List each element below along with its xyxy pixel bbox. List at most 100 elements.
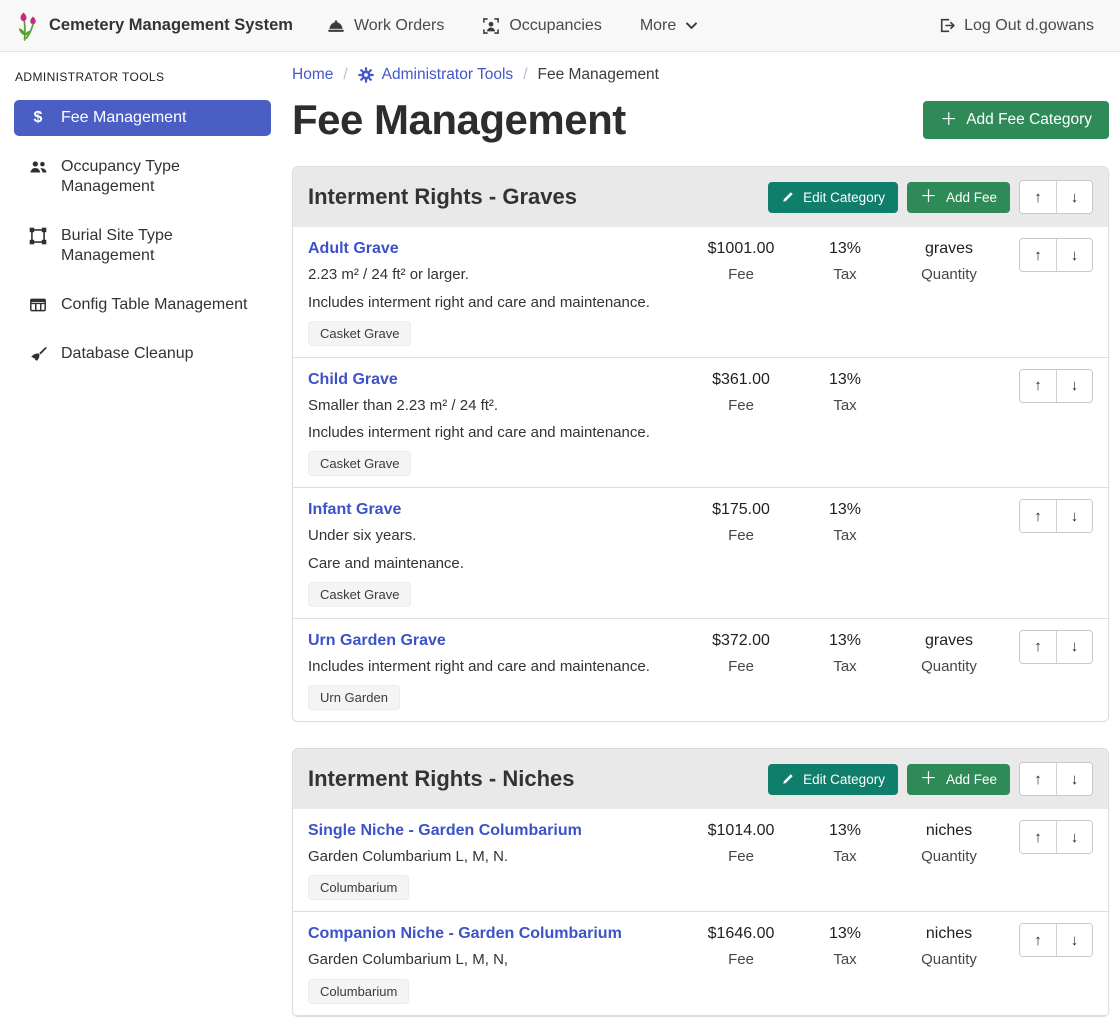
fee-description: Garden Columbarium L, M, N, xyxy=(308,950,679,970)
move-fee-up-button[interactable]: ↑ xyxy=(1020,924,1056,956)
fee-quantity-column xyxy=(893,369,1005,379)
fee-quantity-value: graves xyxy=(893,632,1005,650)
fee-quantity-value: niches xyxy=(893,925,1005,943)
fee-name-link[interactable]: Single Niche - Garden Columbarium xyxy=(308,822,679,840)
fee-row-companion-niche-garden-columbarium: Companion Niche - Garden Columbarium Gar… xyxy=(293,912,1108,1015)
breadcrumb-separator: / xyxy=(343,66,347,84)
fee-amount-column: $361.00 Fee xyxy=(685,369,797,414)
fee-description: Includes interment right and care and ma… xyxy=(308,657,679,677)
bounding-box-icon xyxy=(28,227,48,245)
fee-amount-label: Fee xyxy=(685,397,797,414)
add-fee-button[interactable]: ＋ Add Fee xyxy=(907,764,1010,795)
top-navbar: Cemetery Management System Work Orders O… xyxy=(0,0,1120,52)
fee-reorder-group: ↑ ↓ xyxy=(1019,923,1093,957)
edit-category-button[interactable]: Edit Category xyxy=(768,182,898,213)
sidebar-item-fee-management[interactable]: $ Fee Management xyxy=(14,100,271,136)
move-fee-down-button[interactable]: ↓ xyxy=(1056,821,1092,853)
add-fee-category-button[interactable]: ＋ Add Fee Category xyxy=(923,101,1109,139)
fee-category-header: Interment Rights - Niches Edit Category … xyxy=(293,749,1108,809)
fee-row-child-grave: Child Grave Smaller than 2.23 m² / 24 ft… xyxy=(293,358,1108,489)
logout-icon xyxy=(938,17,955,34)
fee-category-card-interment-rights-niches: Interment Rights - Niches Edit Category … xyxy=(292,748,1109,1017)
breadcrumb-home[interactable]: Home xyxy=(292,66,333,84)
fee-tax-column: 13% Tax xyxy=(797,923,893,968)
fee-amount-label: Fee xyxy=(685,951,797,968)
sidebar-item-burial-site-type-management[interactable]: Burial Site Type Management xyxy=(14,218,271,274)
sidebar-item-occupancy-type-management[interactable]: Occupancy Type Management xyxy=(14,149,271,205)
nav-link-more[interactable]: More xyxy=(640,17,698,35)
fee-category-title: Interment Rights - Graves xyxy=(308,184,577,210)
fee-tax-label: Tax xyxy=(797,266,893,283)
plus-icon: ＋ xyxy=(920,190,937,204)
fee-row-urn-garden-grave: Urn Garden Grave Includes interment righ… xyxy=(293,619,1108,721)
fee-description: Includes interment right and care and ma… xyxy=(308,293,679,313)
move-fee-up-button[interactable]: ↑ xyxy=(1020,500,1056,532)
move-fee-down-button[interactable]: ↓ xyxy=(1056,370,1092,402)
add-fee-label: Add Fee xyxy=(946,772,997,787)
fee-amount-value: $372.00 xyxy=(685,632,797,650)
app-title: Cemetery Management System xyxy=(49,16,293,35)
fee-type-tag: Casket Grave xyxy=(308,582,411,607)
sidebar-item-config-table-management[interactable]: Config Table Management xyxy=(14,287,271,323)
edit-category-label: Edit Category xyxy=(803,190,885,205)
fee-name-link[interactable]: Adult Grave xyxy=(308,240,679,258)
nav-link-work-orders[interactable]: Work Orders xyxy=(327,17,444,35)
fee-amount-column: $1014.00 Fee xyxy=(685,820,797,865)
category-reorder-group: ↑ ↓ xyxy=(1019,762,1093,796)
fee-name-link[interactable]: Companion Niche - Garden Columbarium xyxy=(308,925,679,943)
sidebar-item-label: Fee Management xyxy=(61,108,186,128)
fee-description: Smaller than 2.23 m² / 24 ft². xyxy=(308,396,679,416)
sidebar-item-label: Database Cleanup xyxy=(61,344,194,364)
move-fee-down-button[interactable]: ↓ xyxy=(1056,500,1092,532)
fee-tax-value: 13% xyxy=(797,501,893,519)
hardhat-icon xyxy=(327,17,345,35)
logout-link[interactable]: Log Out d.gowans xyxy=(938,17,1094,35)
fee-amount-label: Fee xyxy=(685,527,797,544)
fee-tax-label: Tax xyxy=(797,658,893,675)
move-category-up-button[interactable]: ↑ xyxy=(1020,763,1056,795)
fee-category-card-interment-rights-graves: Interment Rights - Graves Edit Category … xyxy=(292,166,1109,722)
nav-link-occupancies[interactable]: Occupancies xyxy=(482,17,602,35)
sidebar-menu: $ Fee Management Occupancy Type Manageme… xyxy=(14,100,269,372)
fee-name-link[interactable]: Urn Garden Grave xyxy=(308,632,679,650)
fee-quantity-label: Quantity xyxy=(893,951,1005,968)
move-fee-up-button[interactable]: ↑ xyxy=(1020,370,1056,402)
sidebar-heading: ADMINISTRATOR TOOLS xyxy=(15,70,269,84)
move-category-down-button[interactable]: ↓ xyxy=(1056,181,1092,213)
fee-name-link[interactable]: Child Grave xyxy=(308,371,679,389)
edit-category-label: Edit Category xyxy=(803,772,885,787)
sidebar-item-database-cleanup[interactable]: Database Cleanup xyxy=(14,336,271,372)
fee-tax-column: 13% Tax xyxy=(797,820,893,865)
fee-row-single-niche-garden-columbarium: Single Niche - Garden Columbarium Garden… xyxy=(293,809,1108,912)
gear-icon xyxy=(358,67,374,83)
app-brand[interactable]: Cemetery Management System xyxy=(14,11,293,41)
move-fee-up-button[interactable]: ↑ xyxy=(1020,631,1056,663)
fee-description: Care and maintenance. xyxy=(308,554,679,574)
move-fee-down-button[interactable]: ↓ xyxy=(1056,631,1092,663)
move-fee-up-button[interactable]: ↑ xyxy=(1020,239,1056,271)
fee-quantity-column: graves Quantity xyxy=(893,630,1005,675)
move-fee-down-button[interactable]: ↓ xyxy=(1056,239,1092,271)
move-fee-up-button[interactable]: ↑ xyxy=(1020,821,1056,853)
add-fee-category-label: Add Fee Category xyxy=(966,111,1092,129)
edit-category-button[interactable]: Edit Category xyxy=(768,764,898,795)
fee-tax-value: 13% xyxy=(797,632,893,650)
fee-name-link[interactable]: Infant Grave xyxy=(308,501,679,519)
fee-type-tag: Columbarium xyxy=(308,979,409,1004)
add-fee-button[interactable]: ＋ Add Fee xyxy=(907,182,1010,213)
fee-tax-label: Tax xyxy=(797,951,893,968)
move-fee-down-button[interactable]: ↓ xyxy=(1056,924,1092,956)
fee-amount-label: Fee xyxy=(685,658,797,675)
move-category-down-button[interactable]: ↓ xyxy=(1056,763,1092,795)
nav-link-label: Work Orders xyxy=(354,17,444,35)
nav-links: Work Orders Occupancies More xyxy=(327,17,698,35)
fee-quantity-value: graves xyxy=(893,240,1005,258)
fee-amount-value: $1001.00 xyxy=(685,240,797,258)
fee-quantity-column xyxy=(893,499,1005,509)
fee-amount-label: Fee xyxy=(685,848,797,865)
add-fee-label: Add Fee xyxy=(946,190,997,205)
move-category-up-button[interactable]: ↑ xyxy=(1020,181,1056,213)
fee-tax-label: Tax xyxy=(797,527,893,544)
breadcrumb-administrator-tools[interactable]: Administrator Tools xyxy=(358,66,514,84)
page-title: Fee Management xyxy=(292,96,626,144)
